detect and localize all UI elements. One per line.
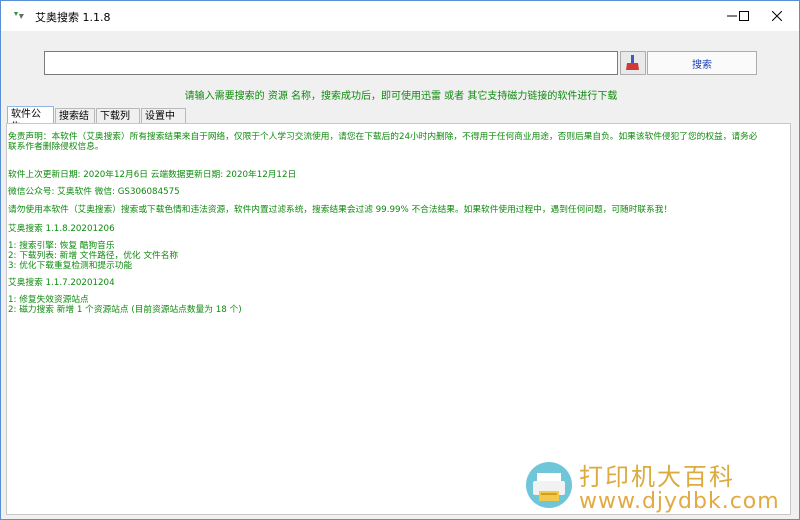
notice-line: 艾奥搜索 1.1.8.20201206 [8, 224, 115, 234]
watermark: 打印机大百科 www.djydbk.com [519, 455, 799, 519]
clear-button[interactable] [620, 51, 646, 75]
tab-settings[interactable]: 设置中心 [141, 108, 186, 135]
title-bar[interactable]: 艾奥搜索 1.1.8 [1, 1, 799, 31]
notice-line: 免责声明：本软件（艾奥搜索）所有搜索结果来自于网络，仅限于个人学习交流使用，请您… [8, 132, 758, 142]
watermark-url: www.djydbk.com [579, 489, 780, 514]
notice-line: 1: 修复失效资源站点 [8, 295, 89, 305]
printer-icon [525, 461, 573, 513]
app-icon [11, 8, 27, 24]
notice-line: 3: 优化下载重复检测和提示功能 [8, 261, 133, 271]
watermark-title: 打印机大百科 [579, 463, 735, 491]
brush-icon [621, 55, 645, 78]
notice-line: 2: 下载列表: 新增 文件路径，优化 文件名称 [8, 251, 179, 261]
search-hint: 请输入需要搜索的 资源 名称，搜索成功后，即可使用迅雷 或者 其它支持磁力链接的… [184, 91, 618, 102]
notice-line: 微信公众号: 艾奥软件 微信: GS306084575 [8, 187, 180, 197]
close-button[interactable] [754, 1, 799, 31]
notice-line: 请勿使用本软件（艾奥搜索）搜索或下载色情和违法资源，软件内置过滤系统，搜索结果会… [8, 205, 673, 215]
tab-download-list[interactable]: 下载列表 [96, 108, 140, 135]
notice-line: 2: 磁力搜索 新增 1 个资源站点 (目前资源站点数量为 18 个) [8, 305, 242, 315]
app-window: 艾奥搜索 1.1.8 搜索 请输入需要搜索的 资源 名称，搜索成功后，即可使用迅 [0, 0, 800, 520]
maximize-icon [738, 11, 749, 21]
notice-line: 软件上次更新日期: 2020年12月6日 云端数据更新日期: 2020年12月1… [8, 170, 297, 180]
window-title: 艾奥搜索 1.1.8 [35, 11, 111, 24]
tab-notice[interactable]: 软件公告 [7, 106, 54, 133]
search-button[interactable]: 搜索 [647, 51, 757, 75]
search-input[interactable] [44, 51, 618, 75]
notice-line: 艾奥搜索 1.1.7.20201204 [8, 278, 115, 288]
notice-line: 1: 搜索引擎: 恢复 酷狗音乐 [8, 241, 115, 251]
close-icon [771, 11, 782, 21]
tab-search-results[interactable]: 搜索结果 [55, 108, 95, 135]
notice-line: 联系作者删除侵权信息。 [8, 142, 104, 152]
